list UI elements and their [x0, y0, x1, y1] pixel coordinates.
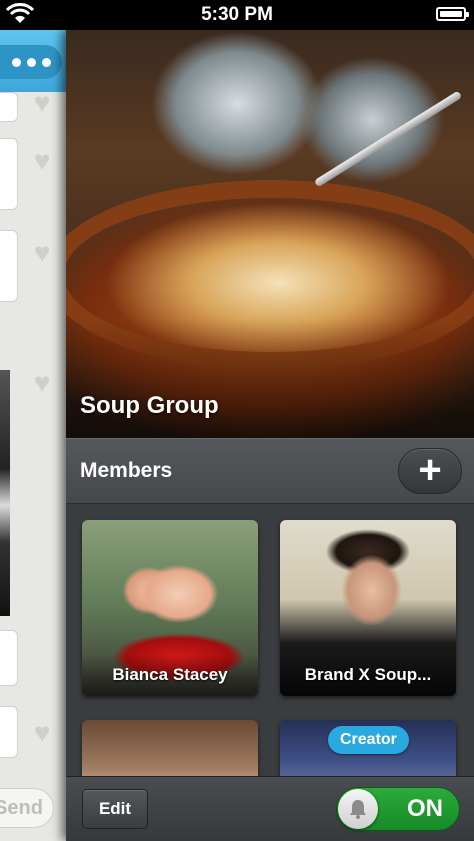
- background-chat-panel[interactable]: ♥ ♥ ♥ ♥ ♥ Send: [0, 30, 66, 841]
- edit-button[interactable]: Edit: [82, 789, 148, 829]
- creator-badge: Creator: [328, 726, 409, 754]
- notifications-toggle[interactable]: ON: [336, 787, 460, 831]
- members-title: Members: [80, 459, 173, 482]
- member-card[interactable]: Brand X Soup...: [280, 520, 456, 696]
- list-item[interactable]: [0, 92, 18, 122]
- chat-top-bar: [0, 30, 66, 92]
- plus-icon: +: [418, 448, 442, 492]
- member-card[interactable]: Bianca Stacey: [82, 520, 258, 696]
- members-header: Members +: [66, 438, 474, 504]
- list-item[interactable]: [0, 630, 18, 686]
- add-member-button[interactable]: +: [398, 448, 462, 494]
- list-item[interactable]: [0, 138, 18, 210]
- heart-icon[interactable]: ♥: [28, 239, 56, 267]
- list-item[interactable]: [0, 706, 18, 758]
- group-cover-photo[interactable]: Soup Group: [66, 30, 474, 438]
- battery-icon: [436, 7, 469, 21]
- send-button[interactable]: Send: [0, 788, 54, 828]
- group-drawer: Soup Group Members + Bianca Stacey Brand…: [66, 30, 474, 841]
- status-time: 5:30 PM: [201, 4, 273, 25]
- heart-icon[interactable]: ♥: [28, 369, 56, 397]
- bell-icon: [338, 789, 378, 829]
- member-name: Bianca Stacey: [82, 654, 258, 696]
- heart-icon[interactable]: ♥: [28, 147, 56, 175]
- heart-icon[interactable]: ♥: [28, 89, 56, 117]
- list-item[interactable]: [0, 230, 18, 302]
- heart-icon[interactable]: ♥: [28, 719, 56, 747]
- bottom-toolbar: Edit ON: [66, 776, 474, 841]
- status-bar: 5:30 PM: [0, 0, 474, 30]
- group-name: Soup Group: [80, 392, 219, 419]
- member-name: Brand X Soup...: [280, 654, 456, 696]
- chat-photo[interactable]: [0, 370, 10, 616]
- toggle-state-label: ON: [407, 795, 443, 822]
- more-dots-icon[interactable]: [0, 45, 62, 79]
